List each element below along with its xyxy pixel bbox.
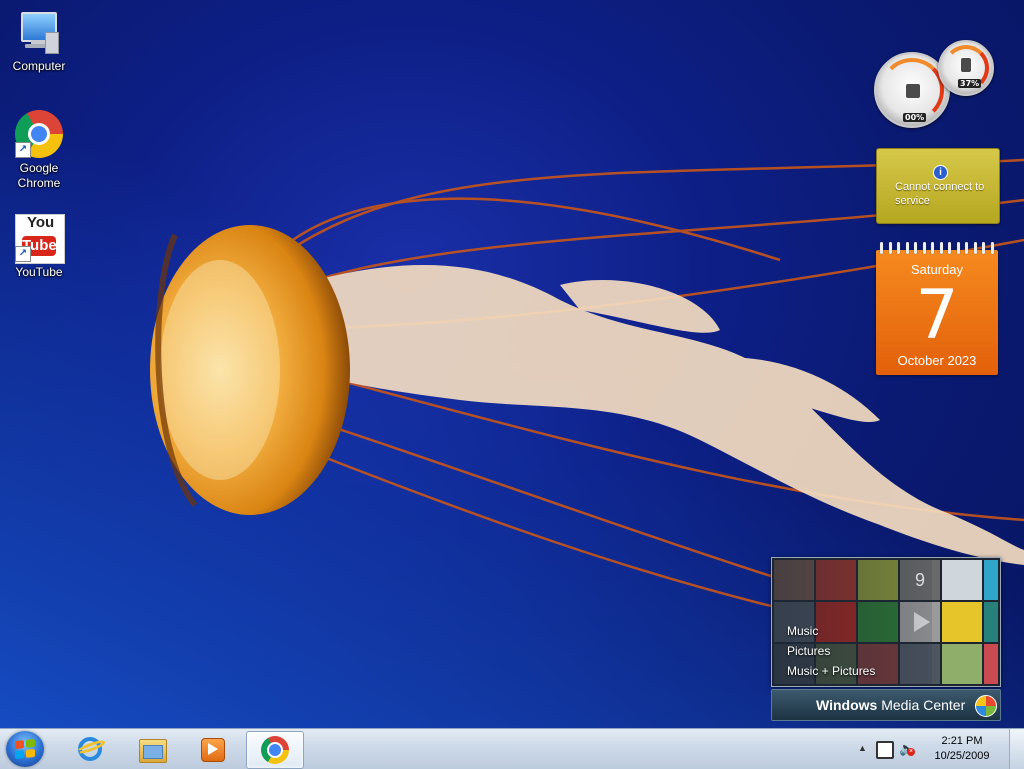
- taskbar-media-player[interactable]: [184, 731, 240, 767]
- system-tray: ▲ 🔈 × 2:21 PM 10/25/2009: [854, 729, 1024, 769]
- shortcut-arrow-icon: ↗: [15, 142, 31, 158]
- calendar-day: 7: [915, 276, 959, 355]
- windows-logo-icon: [975, 695, 997, 717]
- chrome-icon: ↗: [15, 110, 63, 158]
- chrome-icon: [261, 736, 289, 764]
- cpu-meter-gadget[interactable]: 00% 37%: [872, 38, 997, 133]
- taskbar-internet-explorer[interactable]: [62, 731, 118, 767]
- media-player-icon: [198, 735, 226, 763]
- menu-item-music[interactable]: Music: [787, 621, 875, 641]
- calendar-day-of-week: Saturday: [910, 262, 964, 277]
- calendar-gadget[interactable]: Saturday 7 October 2023: [876, 242, 998, 375]
- media-center-title-bar[interactable]: Windows Media Center: [771, 689, 1001, 721]
- menu-item-music-pictures[interactable]: Music + Pictures: [787, 661, 875, 681]
- taskbar-windows-explorer[interactable]: [124, 731, 180, 767]
- clock-time: 2:21 PM: [941, 735, 983, 747]
- media-center-thumbnails: 9 Music Pictures Music + Pictures: [771, 557, 1001, 687]
- cpu-percent: 00%: [903, 113, 927, 122]
- desktop-icon-label: YouTube: [15, 265, 63, 279]
- desktop-icon-youtube[interactable]: You Tube ↗ YouTube: [1, 214, 77, 280]
- media-center-menu: Music Pictures Music + Pictures: [787, 621, 875, 681]
- desktop-icon-label: Computer: [12, 59, 66, 73]
- taskbar: ▲ 🔈 × 2:21 PM 10/25/2009: [0, 728, 1024, 769]
- memory-gauge: 37%: [938, 40, 994, 96]
- calendar-page: Saturday 7 October 2023: [876, 250, 998, 375]
- memory-percent: 37%: [958, 79, 982, 88]
- media-center-gadget[interactable]: 9 Music Pictures Music + Pictures Window…: [771, 557, 1001, 721]
- desktop-icon-google-chrome[interactable]: ↗ Google Chrome: [1, 110, 77, 191]
- cpu-chip-icon: [906, 84, 920, 98]
- computer-icon: [15, 8, 63, 56]
- taskbar-clock[interactable]: 2:21 PM 10/25/2009: [924, 734, 1000, 764]
- youtube-logo-you: You: [27, 214, 55, 231]
- menu-item-pictures[interactable]: Pictures: [787, 641, 875, 661]
- calendar-month-year: October 2023: [897, 353, 977, 368]
- calendar-rings: [880, 242, 994, 256]
- show-desktop-button[interactable]: [1009, 729, 1024, 769]
- volume-muted-icon: ×: [907, 748, 915, 756]
- network-icon[interactable]: [876, 741, 894, 759]
- memory-chip-icon: [961, 58, 971, 72]
- folder-icon: [138, 735, 167, 763]
- media-center-title: Windows Media Center: [816, 697, 966, 713]
- weather-gadget[interactable]: i Cannot connect to service: [876, 148, 1000, 224]
- youtube-icon: You Tube ↗: [15, 214, 65, 264]
- shortcut-arrow-icon: ↗: [15, 246, 31, 262]
- windows-flag-icon: [15, 738, 35, 760]
- ie-icon: [75, 735, 107, 763]
- desktop-icon-computer[interactable]: Computer: [1, 8, 77, 74]
- start-button[interactable]: [6, 731, 44, 767]
- desktop-icon-label: Google Chrome: [17, 161, 61, 190]
- weather-message: Cannot connect to service: [895, 181, 985, 207]
- taskbar-google-chrome[interactable]: [246, 731, 304, 769]
- clock-date: 10/25/2009: [934, 750, 990, 762]
- show-hidden-icons-button[interactable]: ▲: [858, 743, 867, 753]
- info-icon: i: [933, 165, 948, 180]
